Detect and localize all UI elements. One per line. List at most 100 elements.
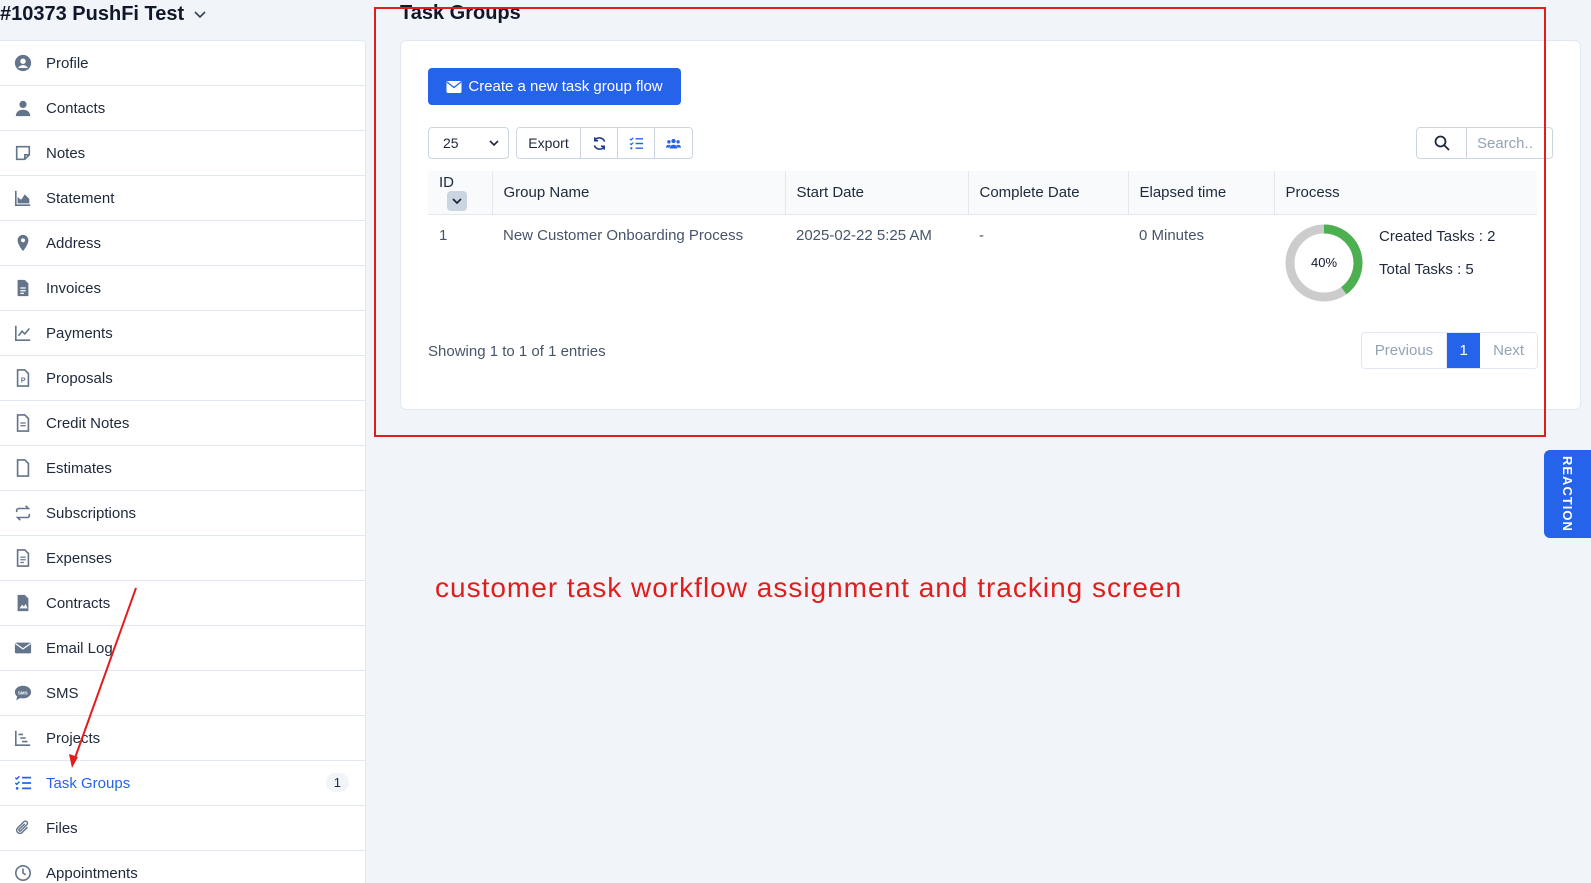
col-header-elapsed-time[interactable]: Elapsed time bbox=[1128, 171, 1275, 215]
repeat-icon bbox=[12, 503, 34, 523]
page-length-select[interactable]: 25 bbox=[428, 127, 509, 159]
pagination-next[interactable]: Next bbox=[1480, 333, 1537, 368]
sidebar-item-invoices[interactable]: Invoices bbox=[0, 266, 365, 311]
sidebar-item-label: Payments bbox=[46, 324, 113, 342]
sidebar-item-label: Estimates bbox=[46, 459, 112, 477]
header-label: ID bbox=[439, 173, 454, 191]
bulk-actions-button[interactable] bbox=[618, 128, 655, 158]
reaction-tab-label: REACTION bbox=[1560, 456, 1575, 532]
user-circle-icon bbox=[12, 53, 34, 73]
sidebar-item-address[interactable]: Address bbox=[0, 221, 365, 266]
progress-donut: 40% bbox=[1285, 224, 1363, 302]
chevron-down-icon bbox=[194, 11, 206, 19]
create-button-label: Create a new task group flow bbox=[468, 78, 663, 95]
sidebar-item-label: Email Log bbox=[46, 639, 113, 657]
bars-staggered-icon bbox=[12, 728, 34, 748]
col-header-complete-date[interactable]: Complete Date bbox=[968, 171, 1129, 215]
sidebar-item-label: Task Groups bbox=[46, 774, 131, 792]
sidebar-item-proposals[interactable]: P Proposals bbox=[0, 356, 365, 401]
envelope-icon bbox=[446, 80, 462, 93]
sidebar-item-contacts[interactable]: Contacts bbox=[0, 86, 365, 131]
sidebar-item-contracts[interactable]: Contracts bbox=[0, 581, 365, 626]
envelope-icon bbox=[12, 638, 34, 658]
sidebar-item-label: Notes bbox=[46, 144, 86, 162]
sidebar-item-files[interactable]: Files bbox=[0, 806, 365, 851]
map-pin-icon bbox=[12, 233, 34, 253]
sidebar-item-payments[interactable]: Payments bbox=[0, 311, 365, 356]
clock-icon bbox=[12, 863, 34, 883]
table-actions: Export bbox=[516, 127, 693, 159]
search-input[interactable] bbox=[1467, 128, 1552, 158]
pagination-previous[interactable]: Previous bbox=[1362, 333, 1448, 368]
sidebar-item-label: Invoices bbox=[46, 279, 102, 297]
sidebar-item-expenses[interactable]: Expenses bbox=[0, 536, 365, 581]
sms-icon: SMS bbox=[12, 683, 34, 703]
process-summary: 40% Created Tasks : 2 Total Tasks : 5 bbox=[1285, 224, 1526, 302]
sidebar-item-label: Credit Notes bbox=[46, 414, 130, 432]
sidebar-item-label: SMS bbox=[46, 684, 79, 702]
sort-dropdown-icon[interactable] bbox=[447, 190, 467, 211]
refresh-icon bbox=[593, 136, 605, 150]
cell-start-date: 2025-02-22 5:25 AM bbox=[796, 226, 932, 244]
export-button[interactable]: Export bbox=[517, 128, 581, 158]
table-header-row: ID Group Name Start Date Complete Date E… bbox=[428, 171, 1537, 215]
sidebar-item-label: Expenses bbox=[46, 549, 112, 567]
sidebar-item-appointments[interactable]: Appointments bbox=[0, 851, 365, 883]
file-lines-icon bbox=[12, 413, 34, 433]
count-badge: 1 bbox=[325, 773, 349, 792]
sidebar-item-statement[interactable]: Statement bbox=[0, 176, 365, 221]
col-header-process[interactable]: Process bbox=[1274, 171, 1537, 215]
page-length-value: 25 bbox=[443, 135, 459, 151]
refresh-button[interactable] bbox=[581, 128, 618, 158]
user-icon bbox=[12, 98, 34, 118]
sidebar-item-label: Address bbox=[46, 234, 102, 252]
col-header-group-name[interactable]: Group Name bbox=[492, 171, 786, 215]
client-name: #10373 PushFi Test bbox=[0, 2, 185, 25]
search-icon[interactable] bbox=[1417, 128, 1467, 158]
table-row[interactable]: 1 New Customer Onboarding Process 2025-0… bbox=[428, 214, 1537, 309]
sidebar-item-notes[interactable]: Notes bbox=[0, 131, 365, 176]
sidebar: Profile Contacts Notes Statement Address… bbox=[0, 40, 366, 883]
sidebar-item-estimates[interactable]: Estimates bbox=[0, 446, 365, 491]
sidebar-item-email-log[interactable]: Email Log bbox=[0, 626, 365, 671]
sidebar-item-sms[interactable]: SMS SMS bbox=[0, 671, 365, 716]
users-icon bbox=[666, 138, 681, 148]
client-title[interactable]: #10373 PushFi Test bbox=[0, 0, 208, 28]
file-alt-icon bbox=[12, 548, 34, 568]
table-search bbox=[1416, 127, 1553, 159]
sidebar-item-profile[interactable]: Profile bbox=[0, 41, 365, 86]
sidebar-item-projects[interactable]: Projects bbox=[0, 716, 365, 761]
svg-text:SMS: SMS bbox=[18, 690, 28, 695]
task-groups-table: ID Group Name Start Date Complete Date E… bbox=[428, 171, 1537, 309]
progress-percent: 40% bbox=[1310, 255, 1338, 270]
sidebar-item-label: Appointments bbox=[46, 864, 138, 882]
reaction-tab[interactable]: REACTION bbox=[1544, 450, 1591, 538]
line-chart-icon bbox=[12, 323, 34, 343]
sidebar-item-label: Statement bbox=[46, 189, 115, 207]
pagination-page-current[interactable]: 1 bbox=[1447, 333, 1481, 368]
sidebar-item-label: Profile bbox=[46, 54, 89, 72]
create-task-group-button[interactable]: Create a new task group flow bbox=[428, 68, 681, 105]
total-tasks: Total Tasks : 5 bbox=[1379, 260, 1474, 278]
cell-elapsed-time: 0 Minutes bbox=[1139, 226, 1205, 244]
created-tasks: Created Tasks : 2 bbox=[1379, 227, 1496, 245]
cell-group-name[interactable]: New Customer Onboarding Process bbox=[492, 214, 785, 309]
table-info: Showing 1 to 1 of 1 entries bbox=[428, 343, 606, 360]
assign-users-button[interactable] bbox=[655, 128, 692, 158]
sidebar-item-task-groups[interactable]: Task Groups 1 bbox=[0, 761, 365, 806]
paperclip-icon bbox=[12, 818, 34, 838]
task-groups-panel: Create a new task group flow 25 Export S… bbox=[400, 40, 1581, 410]
file-image-icon bbox=[12, 593, 34, 613]
col-header-start-date[interactable]: Start Date bbox=[785, 171, 969, 215]
sidebar-item-subscriptions[interactable]: Subscriptions bbox=[0, 491, 365, 536]
sidebar-item-label: Files bbox=[46, 819, 78, 837]
sticky-note-icon bbox=[12, 143, 34, 163]
col-header-id[interactable]: ID bbox=[428, 171, 493, 215]
pagination: Previous 1 Next bbox=[1360, 332, 1538, 369]
file-text-icon bbox=[12, 278, 34, 298]
list-check-icon bbox=[629, 136, 643, 149]
sidebar-item-credit-notes[interactable]: Credit Notes bbox=[0, 401, 365, 446]
cell-complete-date: - bbox=[979, 226, 984, 244]
list-check-icon bbox=[12, 773, 34, 793]
area-chart-icon bbox=[12, 188, 34, 208]
